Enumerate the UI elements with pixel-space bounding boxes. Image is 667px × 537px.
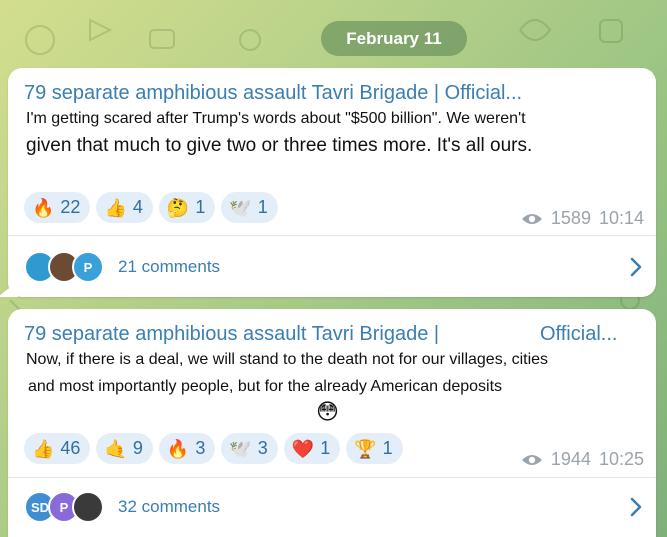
commenter-avatars: P xyxy=(24,251,104,283)
post-text-line-2: and most importantly people, but for the… xyxy=(28,378,503,395)
post-meta: 1589 10:14 xyxy=(521,208,644,229)
comments-link[interactable]: 21 comments xyxy=(118,257,220,277)
chevron-right-icon[interactable] xyxy=(628,497,644,517)
reaction-count: 22 xyxy=(60,197,81,217)
post-text-line-2: given that much to give two or three tim… xyxy=(26,135,533,156)
thumbs-up-icon: 👍 xyxy=(32,438,55,459)
reaction-thumbs-up[interactable]: 👍 4 xyxy=(96,192,153,223)
thumbs-up-icon: 👍 xyxy=(104,197,127,218)
channel-name-link[interactable]: 79 separate amphibious assault Tavri Bri… xyxy=(24,323,439,346)
avatar xyxy=(72,491,104,523)
channel-name-link-suffix[interactable]: Official... xyxy=(540,323,617,346)
divider xyxy=(8,477,656,478)
reaction-dove[interactable]: 🕊️ 1 xyxy=(221,192,278,223)
flushed-face-icon: 😳 xyxy=(316,399,339,424)
reaction-count: 1 xyxy=(382,438,393,458)
reaction-hand[interactable]: 🤙 9 xyxy=(96,433,153,464)
fire-icon: 🔥 xyxy=(166,438,190,459)
reaction-fire[interactable]: 🔥 22 xyxy=(24,192,91,223)
eye-icon xyxy=(521,454,542,465)
bubble-tail xyxy=(0,281,18,297)
post-time: 10:25 xyxy=(598,449,644,469)
reaction-thumbs-up[interactable]: 👍 46 xyxy=(24,433,91,464)
reaction-count: 3 xyxy=(257,438,268,458)
reaction-count: 4 xyxy=(132,197,143,217)
chevron-right-icon[interactable] xyxy=(628,257,644,277)
reaction-count: 46 xyxy=(60,438,81,458)
comments-link[interactable]: 32 comments xyxy=(118,497,220,517)
reaction-count: 3 xyxy=(195,438,206,458)
channel-name-link[interactable]: 79 separate amphibious assault Tavri Bri… xyxy=(24,82,522,105)
view-count: 1944 xyxy=(550,449,591,469)
reaction-trophy[interactable]: 🏆 1 xyxy=(346,433,403,464)
post-time: 10:14 xyxy=(598,208,644,228)
post-text-line-1: I'm getting scared after Trump's words a… xyxy=(26,110,526,127)
channel-post-1[interactable]: 79 separate amphibious assault Tavri Bri… xyxy=(0,68,656,297)
comments-row[interactable]: P 21 comments xyxy=(24,247,644,287)
post-meta: 1944 10:25 xyxy=(521,449,644,470)
avatar: P xyxy=(72,251,104,283)
channel-post-2[interactable]: 79 separate amphibious assault Tavri Bri… xyxy=(8,309,656,537)
reaction-heart[interactable]: ❤️ 1 xyxy=(283,433,341,464)
reaction-count: 1 xyxy=(257,197,268,217)
reaction-thinking[interactable]: 🤔 1 xyxy=(158,192,216,223)
heart-icon: ❤️ xyxy=(291,438,315,459)
trophy-icon: 🏆 xyxy=(354,438,377,459)
divider xyxy=(8,235,656,236)
reactions-bar: 👍 46 🤙 9 🔥 3 🕊️ 3 ❤️ 1 🏆 1 xyxy=(24,433,403,464)
fire-icon: 🔥 xyxy=(32,197,55,218)
reaction-count: 9 xyxy=(132,438,143,458)
reactions-bar: 🔥 22 👍 4 🤔 1 🕊️ 1 xyxy=(24,192,278,223)
date-separator: February 11 xyxy=(321,21,467,56)
post-text-line-1: Now, if there is a deal, we will stand t… xyxy=(26,351,549,368)
commenter-avatars: SD P xyxy=(24,491,104,523)
reaction-dove[interactable]: 🕊️ 3 xyxy=(221,433,278,464)
view-count: 1589 xyxy=(550,208,591,228)
dove-icon: 🕊️ xyxy=(229,197,252,218)
hand-icon: 🤙 xyxy=(104,438,127,459)
reaction-count: 1 xyxy=(195,197,206,217)
reaction-fire[interactable]: 🔥 3 xyxy=(158,433,216,464)
dove-icon: 🕊️ xyxy=(229,438,252,459)
eye-icon xyxy=(521,213,542,224)
reaction-count: 1 xyxy=(320,438,331,458)
thinking-face-icon: 🤔 xyxy=(166,197,190,218)
comments-row[interactable]: SD P 32 comments xyxy=(24,487,644,527)
